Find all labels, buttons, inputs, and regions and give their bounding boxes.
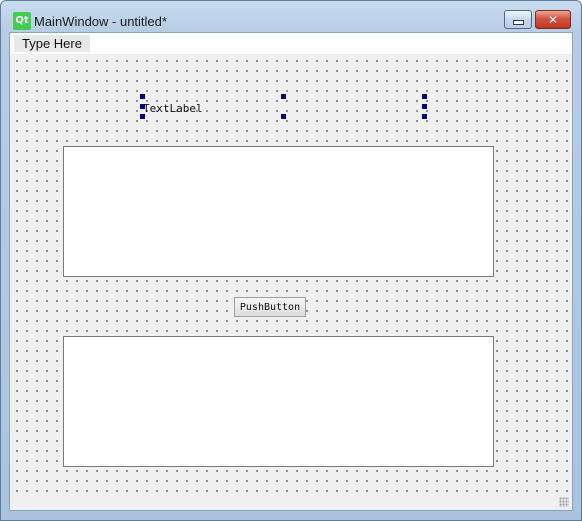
push-button[interactable]: PushButton (234, 297, 306, 317)
qt-logo-icon: Qt (13, 12, 31, 30)
text-label[interactable]: TextLabel (143, 102, 203, 115)
close-button[interactable]: ✕ (535, 10, 571, 29)
lower-text-edit[interactable] (63, 336, 494, 467)
main-window: Qt MainWindow - untitled* ✕ Type Here Te… (0, 0, 582, 521)
selection-handle[interactable] (281, 94, 286, 99)
selection-handle[interactable] (422, 114, 427, 119)
menu-bar: Type Here (10, 33, 572, 54)
minimize-button[interactable] (504, 10, 532, 29)
size-grip-icon[interactable] (559, 497, 569, 507)
window-title: MainWindow - untitled* (34, 14, 167, 29)
upper-text-edit[interactable] (63, 146, 494, 277)
close-icon: ✕ (547, 12, 559, 27)
selection-handle[interactable] (140, 104, 145, 109)
selection-handle[interactable] (140, 114, 145, 119)
title-bar[interactable]: Qt MainWindow - untitled* ✕ (1, 1, 581, 32)
selection-handle[interactable] (422, 94, 427, 99)
selection-handle[interactable] (140, 94, 145, 99)
client-area: Type Here TextLabel PushButton (9, 32, 573, 511)
minimize-icon (512, 19, 524, 25)
form-canvas[interactable]: TextLabel PushButton (10, 54, 572, 510)
status-strip (10, 494, 572, 510)
selection-handle[interactable] (281, 114, 286, 119)
selection-handle[interactable] (422, 104, 427, 109)
menu-type-here[interactable]: Type Here (14, 35, 90, 52)
